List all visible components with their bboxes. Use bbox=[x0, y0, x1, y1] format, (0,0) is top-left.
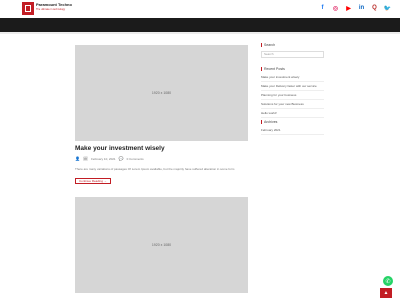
social-links: f ◎ ▶ in Q 🐦 bbox=[316, 3, 394, 13]
continue-reading-button[interactable]: Continue Reading → bbox=[75, 178, 111, 184]
brand-tagline: The ultimate in technology bbox=[36, 8, 66, 11]
post-thumbnail[interactable]: 1920 x 1080 bbox=[75, 45, 248, 141]
post-date[interactable]: February 10, 2021 bbox=[91, 157, 116, 161]
recent-post-link[interactable]: Solutions for your new Business bbox=[261, 100, 324, 109]
instagram-icon[interactable]: ◎ bbox=[329, 3, 342, 13]
top-bar: Paramount Techno The ultimate in technol… bbox=[0, 0, 400, 18]
thumbnail-size-label: 1920 x 1080 bbox=[151, 243, 172, 247]
recent-post-link[interactable]: Hello world! bbox=[261, 109, 324, 118]
recent-post-link[interactable]: Make your investment wisely bbox=[261, 73, 324, 82]
logo-mark-icon bbox=[22, 2, 34, 15]
brand-name: Paramount Techno bbox=[36, 2, 72, 7]
recent-post-link[interactable]: Make your Delivery faster with our servi… bbox=[261, 82, 324, 91]
post-thumbnail[interactable]: 1920 x 1080 bbox=[75, 197, 248, 293]
post-comments[interactable]: 0 Comments bbox=[127, 157, 144, 161]
thumbnail-size-label: 1920 x 1080 bbox=[151, 91, 172, 95]
comment-icon: 💬 bbox=[118, 156, 124, 161]
nav-divider bbox=[0, 32, 400, 34]
whatsapp-icon[interactable]: ✆ bbox=[383, 276, 393, 286]
sidebar-archives-heading: Archives bbox=[261, 120, 277, 124]
search-input[interactable]: Search bbox=[261, 51, 324, 58]
archive-link[interactable]: February 2021 bbox=[261, 126, 324, 135]
recent-post-link[interactable]: Planning for your business bbox=[261, 91, 324, 100]
quora-icon[interactable]: Q bbox=[368, 3, 381, 13]
main-nav-bar bbox=[0, 18, 400, 32]
brand-logo[interactable]: Paramount Techno The ultimate in technol… bbox=[22, 2, 74, 15]
youtube-icon[interactable]: ▶ bbox=[342, 3, 355, 13]
archives-list: February 2021 bbox=[261, 126, 324, 135]
sidebar-recent-heading: Recent Posts bbox=[261, 67, 285, 71]
post-title[interactable]: Make your investment wisely bbox=[75, 145, 165, 152]
post-excerpt: There are many variations of passages Of… bbox=[75, 167, 235, 171]
scroll-to-top-button[interactable]: ▲ bbox=[380, 288, 392, 298]
recent-posts-list: Make your investment wisely Make your Del… bbox=[261, 73, 324, 118]
calendar-icon: 🗓 bbox=[82, 156, 89, 161]
linkedin-icon[interactable]: in bbox=[355, 3, 368, 13]
facebook-icon[interactable]: f bbox=[316, 3, 329, 13]
author-icon: 👤 bbox=[75, 156, 80, 161]
sidebar-search-heading: Search bbox=[261, 43, 275, 47]
post-meta: 👤 🗓 February 10, 2021 💬 0 Comments bbox=[75, 156, 144, 161]
twitter-icon[interactable]: 🐦 bbox=[381, 3, 394, 13]
